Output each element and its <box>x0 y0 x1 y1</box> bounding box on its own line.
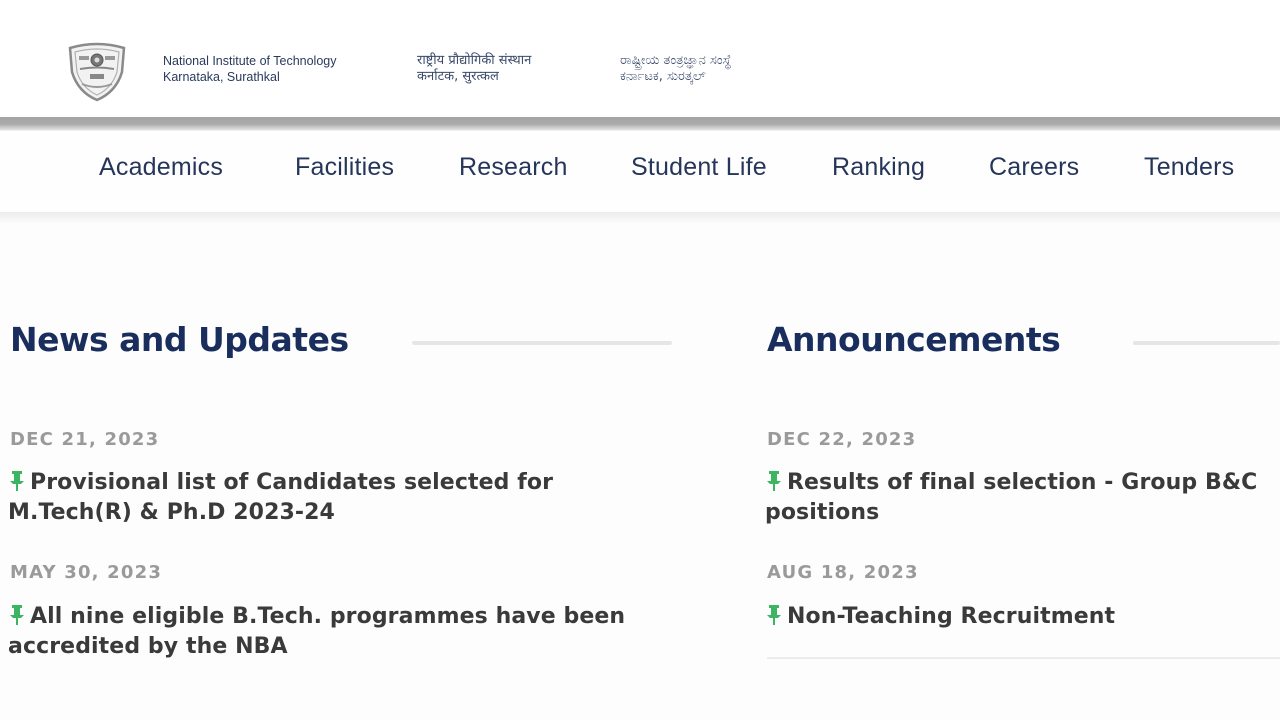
nav-item-academics[interactable]: Academics <box>99 153 223 182</box>
announcement-item-link[interactable]: Non-Teaching Recruitment <box>765 602 1280 632</box>
announcement-date: DEC 22, 2023 <box>767 429 917 450</box>
nav-item-facilities[interactable]: Facilities <box>295 153 394 182</box>
announcement-date: AUG 18, 2023 <box>767 562 919 583</box>
nav-item-student-life[interactable]: Student Life <box>631 153 767 182</box>
news-title-rule <box>412 341 672 345</box>
announcement-item-link[interactable]: Results of final selection - Group B&C p… <box>765 468 1280 528</box>
main-nav: Academics Facilities Research Student Li… <box>0 131 1280 213</box>
header-divider <box>0 117 1280 131</box>
news-date: MAY 30, 2023 <box>10 562 163 583</box>
news-item-link[interactable]: All nine eligible B.Tech. programmes hav… <box>8 602 688 662</box>
site-header: National Institute of Technology Karnata… <box>0 0 1280 118</box>
pushpin-icon <box>767 471 781 491</box>
pushpin-icon <box>10 605 24 625</box>
institute-name-kannada: ರಾಷ್ಟ್ರೀಯ ತಂತ್ರಜ್ಞಾನ ಸಂಸ್ಥೆ ಕರ್ನಾಟಕ, ಸುರ… <box>620 53 732 84</box>
announcements-title-rule <box>1133 341 1280 345</box>
nav-item-tenders[interactable]: Tenders <box>1144 153 1234 182</box>
news-section-title: News and Updates <box>10 320 349 359</box>
institute-name-english: National Institute of Technology Karnata… <box>163 54 337 84</box>
announcements-section-title: Announcements <box>767 320 1061 359</box>
news-date: DEC 21, 2023 <box>10 429 160 450</box>
institute-name-hindi: राष्ट्रीय प्रौद्योगिकी संस्थान कर्नाटक, … <box>417 53 532 84</box>
nav-item-careers[interactable]: Careers <box>989 153 1079 182</box>
nitk-crest-logo-icon[interactable] <box>66 42 128 102</box>
announcements-bottom-divider <box>767 657 1280 659</box>
nav-item-ranking[interactable]: Ranking <box>832 153 925 182</box>
pushpin-icon <box>767 605 781 625</box>
pushpin-icon <box>10 471 24 491</box>
news-item-link[interactable]: Provisional list of Candidates selected … <box>8 468 688 528</box>
nav-divider <box>0 212 1280 222</box>
nav-item-research[interactable]: Research <box>459 153 568 182</box>
